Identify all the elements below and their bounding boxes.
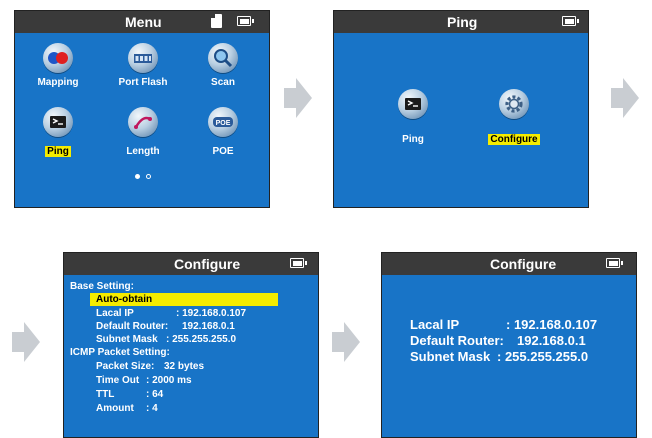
amount-label: Amount [96,403,134,414]
configure-summary-screen: Configure Lacal IP : 192.168.0.107 Defau… [381,252,637,438]
subnet-mask-value[interactable]: : 255.255.255.0 [166,333,236,346]
local-ip-label: Lacal IP [96,308,134,319]
configure-summary-titlebar: Configure [382,253,636,275]
timeout-label: Time Out [96,375,140,386]
sd-card-icon [211,14,222,28]
menu-item-scan[interactable]: Scan [193,77,253,88]
auto-obtain-label: Auto-obtain [96,294,153,305]
menu-title: Menu [125,14,162,30]
summary-router-label: Default Router: [410,333,504,348]
ping-content: Ping Configure [334,33,588,207]
mapping-icon[interactable] [43,43,73,73]
ping-titlebar: Ping [334,11,588,33]
poe-icon[interactable]: POE [208,107,238,137]
summary-router-value: 192.168.0.1 [517,333,586,348]
default-router-value[interactable]: 192.168.0.1 [182,320,235,333]
page-dot-inactive[interactable] [146,174,151,179]
arrow-right-icon [12,322,40,362]
arrow-right-icon [284,78,312,118]
packet-size-label: Packet Size: [96,361,155,372]
configure-detail-screen: Configure Base Setting: Auto-obtain Laca… [63,252,319,438]
ping-item-ping[interactable]: Ping [383,134,443,145]
summary-local-ip-label: Lacal IP [410,317,460,332]
timeout-value[interactable]: : 2000 ms [146,374,192,387]
port-flash-icon[interactable] [128,43,158,73]
menu-item-ping[interactable]: Ping [28,146,88,157]
menu-item-length[interactable]: Length [113,146,173,157]
default-router-label: Default Router: [96,321,169,332]
ttl-value[interactable]: : 64 [146,388,163,401]
arrow-right-icon [611,78,639,118]
configure-detail-titlebar: Configure [64,253,318,275]
summary-subnet-label: Subnet Mask [410,349,491,364]
ping-icon[interactable] [43,107,73,137]
battery-icon [290,258,307,268]
menu-item-mapping[interactable]: Mapping [28,77,88,88]
menu-item-poe[interactable]: POE [193,146,253,157]
local-ip-value[interactable]: : 192.168.0.107 [176,307,246,320]
page-dot-active[interactable] [135,174,140,179]
summary-subnet-value: : 255.255.255.0 [497,349,589,364]
gear-icon[interactable] [499,89,529,119]
menu-item-ping-label: Ping [45,146,71,157]
battery-icon [606,258,623,268]
svg-text:POE: POE [216,120,231,127]
ping-item-configure-label: Configure [488,134,540,145]
scan-icon[interactable] [208,43,238,73]
battery-icon [237,16,254,26]
ttl-label: TTL [96,389,115,400]
ping-icon[interactable] [398,89,428,119]
auto-obtain-option[interactable]: Auto-obtain [90,293,278,306]
configure-summary-title: Configure [490,256,557,272]
ping-title: Ping [447,14,478,30]
configure-detail-content: Base Setting: Auto-obtain Lacal IP : 192… [64,275,318,437]
configure-summary-content: Lacal IP : 192.168.0.107 Default Router:… [382,275,636,437]
menu-content: Mapping Port Flash Scan Ping Length POE … [15,33,269,207]
menu-screen: Menu Mapping Port Flash Scan Ping Length [14,10,270,208]
icmp-setting-heading: ICMP Packet Setting: [70,347,170,358]
ping-screen: Ping Ping Configure [333,10,589,208]
amount-value[interactable]: : 4 [146,402,158,415]
configure-detail-title: Configure [174,256,241,272]
subnet-mask-label: Subnet Mask [96,334,158,345]
arrow-right-icon [332,322,360,362]
menu-item-port-flash[interactable]: Port Flash [113,77,173,88]
length-icon[interactable] [128,107,158,137]
summary-local-ip-value: : 192.168.0.107 [506,317,598,332]
packet-size-value[interactable]: 32 bytes [164,360,204,373]
base-setting-heading: Base Setting: [70,281,134,292]
menu-titlebar: Menu [15,11,269,33]
battery-icon [562,16,579,26]
ping-item-configure[interactable]: Configure [474,134,554,145]
